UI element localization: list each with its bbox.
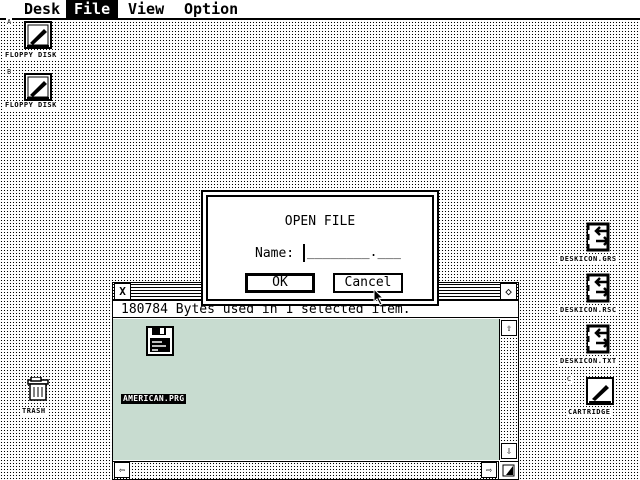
file-transfer-icon (586, 324, 610, 354)
trash-can[interactable]: TRASH (0, 375, 72, 419)
menu-option[interactable]: Option (176, 0, 246, 18)
menu-bar: Desk File View Option (0, 0, 640, 20)
fuller-icon: ◇ (505, 285, 512, 298)
arrow-left-icon: ⇦ (118, 465, 126, 476)
menu-file[interactable]: File (66, 0, 119, 18)
drive-b-letter: B (6, 68, 13, 76)
arrow-up-icon: ⇧ (505, 323, 513, 334)
arrow-down-icon: ⇩ (505, 446, 513, 457)
deskicon-txt-icon[interactable]: DESKICON.TXT (556, 324, 636, 368)
cartridge-letter: C (566, 375, 573, 383)
close-icon: X (119, 285, 126, 298)
file-window: X ◇ 180784 Bytes used in 1 selected item… (112, 282, 519, 480)
scroll-up-button[interactable]: ⇧ (501, 320, 517, 336)
scroll-right-button[interactable]: ⇨ (481, 462, 497, 478)
resize-icon (502, 464, 515, 477)
name-label: Name: (255, 246, 295, 261)
deskicon-rsc-label: DESKICON.RSC (558, 306, 619, 315)
menu-view[interactable]: View (120, 0, 172, 18)
text-cursor (303, 244, 305, 262)
scroll-down-button[interactable]: ⇩ (501, 443, 517, 459)
deskicon-txt-label: DESKICON.TXT (558, 357, 619, 366)
open-file-dialog: OPEN FILE Name: ________.___ OK Cancel (201, 190, 439, 306)
drive-a-letter: A (6, 18, 13, 26)
window-fuller-button[interactable]: ◇ (500, 283, 517, 300)
vertical-scrollbar[interactable]: ⇧ ⇩ (500, 319, 518, 460)
scroll-left-button[interactable]: ⇦ (114, 462, 130, 478)
dialog-title: OPEN FILE (284, 214, 356, 229)
ok-button[interactable]: OK (245, 273, 315, 293)
deskicon-grs-label: DESKICON.GRS (558, 255, 619, 264)
floppy-disk-icon (24, 21, 52, 49)
filename-input[interactable]: ________.___ (303, 244, 403, 262)
cancel-button[interactable]: Cancel (333, 273, 403, 293)
arrow-right-icon: ⇨ (485, 465, 493, 476)
drive-a-icon[interactable]: A FLOPPY DISK (0, 18, 72, 62)
trash-label: TRASH (20, 407, 48, 416)
horizontal-scrollbar[interactable]: ⇦ ⇨ (113, 461, 499, 479)
filename-template: ________.___ (307, 245, 401, 260)
trash-icon (27, 377, 49, 401)
program-file-icon (146, 326, 174, 356)
file-label: AMERICAN.PRG (121, 394, 187, 404)
file-transfer-icon (586, 273, 610, 303)
window-close-button[interactable]: X (114, 283, 131, 300)
drive-a-label: FLOPPY DISK (3, 51, 59, 60)
file-transfer-icon (586, 222, 610, 252)
window-size-box[interactable] (500, 461, 518, 479)
cartridge-drive-icon[interactable]: C CARTRIDGE (556, 373, 636, 419)
drive-b-label: FLOPPY DISK (3, 101, 59, 110)
window-content[interactable]: AMERICAN.PRG (113, 319, 500, 460)
dialog-inner-frame: OPEN FILE Name: ________.___ OK Cancel (206, 195, 434, 301)
deskicon-rsc-icon[interactable]: DESKICON.RSC (556, 273, 636, 317)
floppy-disk-icon (24, 73, 52, 101)
cartridge-icon (586, 377, 614, 405)
menu-desk[interactable]: Desk (16, 0, 68, 18)
drive-b-icon[interactable]: B FLOPPY DISK (0, 68, 72, 112)
deskicon-grs-icon[interactable]: DESKICON.GRS (556, 222, 636, 266)
mouse-pointer-icon (373, 288, 385, 306)
cartridge-label: CARTRIDGE (566, 408, 613, 417)
